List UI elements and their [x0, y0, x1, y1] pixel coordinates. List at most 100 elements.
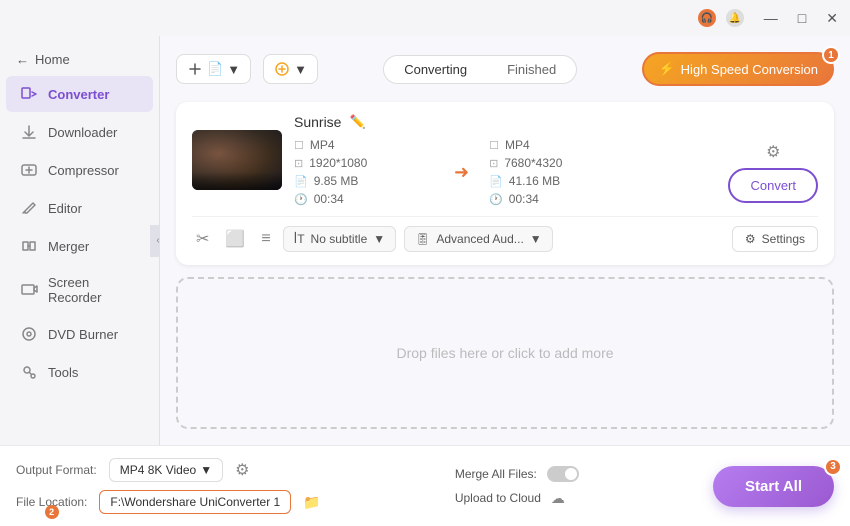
file-details-row: ☐ MP4 ⊡ 1920*1080 📄 9.85 MB	[294, 138, 818, 206]
screen-recorder-label: Screen Recorder	[48, 275, 139, 305]
file-location-button[interactable]: F:\Wondershare UniConverter 1	[99, 490, 291, 514]
audio-chevron-icon: ▼	[530, 232, 542, 246]
sidebar-item-compressor[interactable]: Compressor	[6, 152, 153, 188]
close-button[interactable]: ✕	[822, 8, 842, 29]
dest-resolution-icon: ⊡	[489, 157, 498, 170]
audio-icon: 🎚	[415, 232, 430, 246]
file-card: Sunrise ✏️ ☐ MP4 ⊡ 1920*1080	[176, 102, 834, 265]
file-location-label: File Location: 2	[16, 495, 87, 509]
dest-resolution: 7680*4320	[504, 156, 562, 170]
bottom-bar: Output Format: MP4 8K Video ▼ ⚙ File Loc…	[0, 445, 850, 526]
dest-duration-icon: 🕐	[489, 193, 503, 206]
upload-label: Upload to Cloud	[455, 491, 541, 505]
sidebar-item-dvd-burner[interactable]: DVD Burner	[6, 316, 153, 352]
format-value: MP4 8K Video	[120, 463, 197, 477]
add-files-icon: 📄	[207, 61, 223, 77]
dest-format: MP4	[505, 138, 530, 152]
home-label: Home	[35, 52, 70, 67]
edit-title-icon[interactable]: ✏️	[349, 114, 365, 130]
crop-icon[interactable]: ⬜	[221, 225, 249, 253]
editor-icon	[20, 199, 38, 217]
effects-icon[interactable]: ≡	[257, 226, 274, 252]
settings-label: Settings	[762, 232, 805, 246]
card-settings-icon[interactable]: ⚙	[766, 142, 780, 162]
merge-toggle[interactable]	[547, 466, 579, 482]
tab-converting[interactable]: Converting	[384, 56, 487, 83]
convert-button[interactable]: Convert	[728, 168, 818, 203]
home-nav[interactable]: ← Home	[0, 44, 159, 75]
file-title-text: Sunrise	[294, 114, 341, 130]
source-size-row: 📄 9.85 MB	[294, 174, 434, 188]
high-speed-badge: 1	[822, 46, 840, 64]
sidebar-item-editor[interactable]: Editor	[6, 190, 153, 226]
settings-gear-icon: ⚙	[745, 232, 756, 246]
bottom-left: Output Format: MP4 8K Video ▼ ⚙ File Loc…	[16, 458, 321, 514]
dvd-burner-label: DVD Burner	[48, 327, 118, 342]
maximize-button[interactable]: □	[794, 8, 810, 29]
dest-duration: 00:34	[509, 192, 539, 206]
folder-icon[interactable]: 📁	[303, 494, 320, 511]
file-title-row: Sunrise ✏️	[294, 114, 818, 130]
main-layout: ← Home Converter Downloader	[0, 36, 850, 445]
sidebar-item-downloader[interactable]: Downloader	[6, 114, 153, 150]
format-select[interactable]: MP4 8K Video ▼	[109, 458, 223, 482]
drop-zone-text: Drop files here or click to add more	[396, 345, 613, 361]
high-speed-button[interactable]: ⚡ High Speed Conversion 1	[642, 52, 834, 86]
sidebar-item-tools[interactable]: Tools	[6, 354, 153, 390]
convert-arrow-icon: ➜	[454, 162, 469, 183]
subtitle-chevron-icon: ▼	[373, 232, 385, 246]
compressor-icon	[20, 161, 38, 179]
content-area: 📄 ▼ ▼ Converting Finished ⚡ High Speed C…	[160, 36, 850, 445]
dest-format-row: ☐ MP4	[489, 138, 629, 152]
tab-finished[interactable]: Finished	[487, 56, 576, 83]
subtitle-icon: ꟾT	[294, 232, 305, 246]
merge-label: Merge All Files:	[455, 467, 537, 481]
merger-label: Merger	[48, 239, 89, 254]
add-option-button[interactable]: ▼	[263, 54, 318, 84]
minimize-button[interactable]: —	[760, 8, 782, 29]
tools-label: Tools	[48, 365, 78, 380]
sidebar: ← Home Converter Downloader	[0, 36, 160, 445]
downloader-label: Downloader	[48, 125, 117, 140]
compressor-label: Compressor	[48, 163, 119, 178]
resolution-icon: ⊡	[294, 157, 303, 170]
dest-size-row: 📄 41.16 MB	[489, 174, 629, 188]
source-info: ☐ MP4 ⊡ 1920*1080 📄 9.85 MB	[294, 138, 434, 206]
subtitle-label: No subtitle	[311, 232, 368, 246]
size-icon: 📄	[294, 175, 308, 188]
add-files-dropdown-icon: ▼	[227, 62, 240, 77]
dest-resolution-row: ⊡ 7680*4320	[489, 156, 629, 170]
cut-icon[interactable]: ✂	[192, 225, 213, 253]
format-icon: ☐	[294, 139, 304, 152]
sidebar-item-merger[interactable]: Merger	[6, 228, 153, 264]
format-settings-icon[interactable]: ⚙	[235, 460, 249, 480]
source-format-row: ☐ MP4	[294, 138, 434, 152]
high-speed-label: High Speed Conversion	[681, 62, 818, 77]
upload-row: Upload to Cloud ☁	[455, 490, 579, 507]
bell-icon[interactable]: 🔔	[726, 9, 744, 27]
dest-format-icon: ☐	[489, 139, 499, 152]
source-duration-row: 🕐 00:34	[294, 192, 434, 206]
file-info: Sunrise ✏️ ☐ MP4 ⊡ 1920*1080	[294, 114, 818, 206]
duration-icon: 🕐	[294, 193, 308, 206]
headphones-icon[interactable]: 🎧	[698, 9, 716, 27]
dest-size: 41.16 MB	[509, 174, 560, 188]
source-format: MP4	[310, 138, 335, 152]
back-arrow-icon: ←	[16, 52, 29, 67]
start-all-button[interactable]: Start All 3	[713, 466, 834, 507]
drop-zone[interactable]: Drop files here or click to add more	[176, 277, 834, 429]
settings-button[interactable]: ⚙ Settings	[732, 226, 818, 252]
subtitle-dropdown[interactable]: ꟾT No subtitle ▼	[283, 226, 396, 252]
source-resolution-row: ⊡ 1920*1080	[294, 156, 434, 170]
dest-duration-row: 🕐 00:34	[489, 192, 629, 206]
output-format-label: Output Format:	[16, 463, 97, 477]
sidebar-item-screen-recorder[interactable]: Screen Recorder	[6, 266, 153, 314]
file-card-header: Sunrise ✏️ ☐ MP4 ⊡ 1920*1080	[192, 114, 818, 206]
screen-recorder-icon	[20, 281, 38, 299]
sidebar-item-converter[interactable]: Converter	[6, 76, 153, 112]
file-location-badge: 2	[45, 505, 59, 519]
add-files-button[interactable]: 📄 ▼	[176, 54, 251, 84]
source-resolution: 1920*1080	[309, 156, 367, 170]
audio-dropdown[interactable]: 🎚 Advanced Aud... ▼	[404, 226, 553, 252]
cloud-upload-icon[interactable]: ☁	[551, 490, 565, 507]
